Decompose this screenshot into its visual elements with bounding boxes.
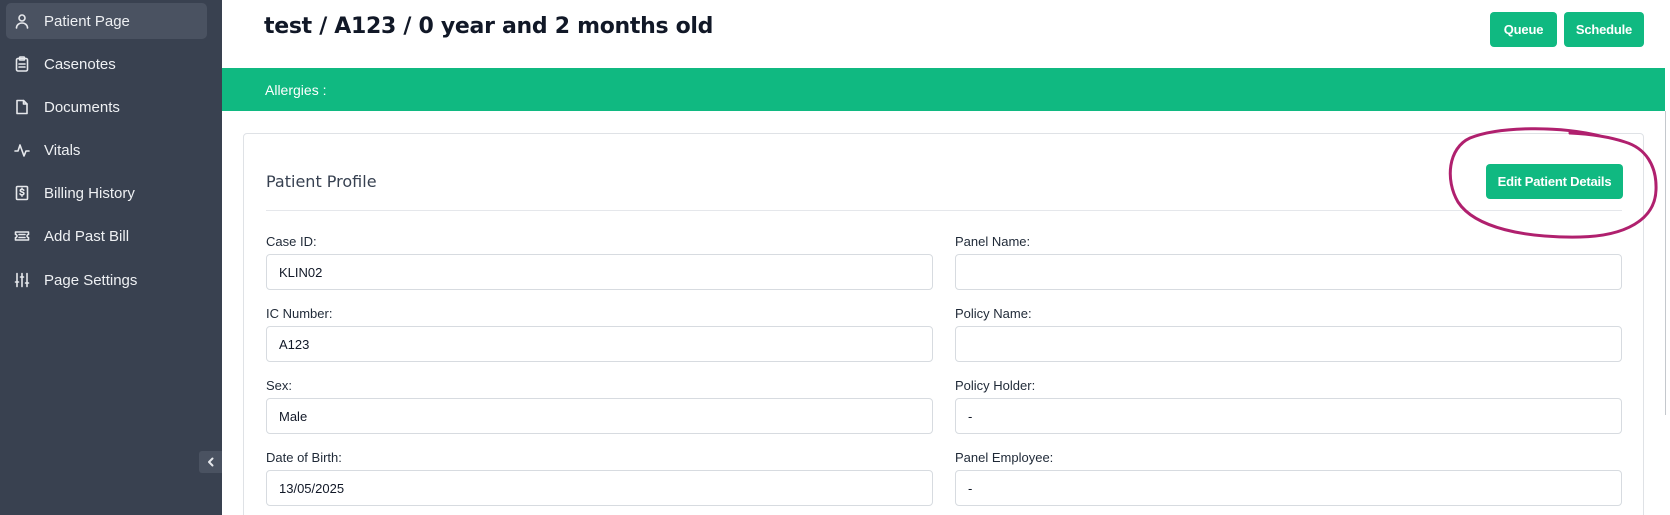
patient-profile-card xyxy=(243,133,1644,515)
sex-label: Sex: xyxy=(266,378,293,393)
ic-number-field[interactable]: A123 xyxy=(266,326,933,362)
sidebar-item-patient-page[interactable]: Patient Page xyxy=(6,3,207,39)
sidebar-item-label: Page Settings xyxy=(44,271,138,289)
edit-patient-details-button[interactable]: Edit Patient Details xyxy=(1486,164,1623,199)
chevron-left-icon xyxy=(205,456,217,468)
ticket-icon xyxy=(14,228,30,244)
policy-holder-label: Policy Holder: xyxy=(955,378,1036,393)
panel-name-label: Panel Name: xyxy=(955,234,1031,249)
policy-holder-field[interactable]: - xyxy=(955,398,1622,434)
page-title: test / A123 / 0 year and 2 months old xyxy=(264,14,714,39)
ic-number-value: A123 xyxy=(279,336,310,352)
panel-employee-value: - xyxy=(968,480,973,496)
policy-holder-value: - xyxy=(968,408,973,424)
case-id-field[interactable]: KLIN02 xyxy=(266,254,933,290)
sidebar-item-documents[interactable]: Documents xyxy=(6,89,207,125)
sex-field[interactable]: Male xyxy=(266,398,933,434)
sidebar-item-label: Patient Page xyxy=(44,12,130,30)
receipt-dollar-icon xyxy=(14,185,30,201)
schedule-button[interactable]: Schedule xyxy=(1564,12,1644,47)
sliders-icon xyxy=(14,272,30,288)
card-divider xyxy=(266,210,1622,211)
panel-employee-label: Panel Employee: xyxy=(955,450,1054,465)
document-icon xyxy=(14,99,30,115)
sidebar-item-billing-history[interactable]: Billing History xyxy=(6,175,207,211)
allergies-bar: Allergies : xyxy=(222,68,1665,111)
sidebar-collapse-button[interactable] xyxy=(199,451,222,473)
activity-icon xyxy=(14,142,30,158)
allergies-label: Allergies : xyxy=(265,81,327,98)
user-icon xyxy=(14,13,30,29)
panel-name-field[interactable] xyxy=(955,254,1622,290)
policy-name-field[interactable] xyxy=(955,326,1622,362)
sidebar-item-page-settings[interactable]: Page Settings xyxy=(6,262,207,298)
date-of-birth-field[interactable]: 13/05/2025 xyxy=(266,470,933,506)
sex-value: Male xyxy=(279,408,308,424)
scrollbar-edge xyxy=(1665,111,1666,415)
panel-employee-field[interactable]: - xyxy=(955,470,1622,506)
sidebar-item-label: Vitals xyxy=(44,141,81,159)
case-id-value: KLIN02 xyxy=(279,264,323,280)
patient-profile-title: Patient Profile xyxy=(266,172,377,191)
sidebar: Patient Page Casenotes Documents Vitals … xyxy=(0,0,222,515)
clipboard-icon xyxy=(14,56,30,72)
sidebar-item-casenotes[interactable]: Casenotes xyxy=(6,46,207,82)
sidebar-item-label: Documents xyxy=(44,98,120,116)
date-of-birth-label: Date of Birth: xyxy=(266,450,342,465)
date-of-birth-value: 13/05/2025 xyxy=(279,480,345,496)
sidebar-item-label: Casenotes xyxy=(44,55,116,73)
queue-button[interactable]: Queue xyxy=(1490,12,1557,47)
sidebar-item-add-past-bill[interactable]: Add Past Bill xyxy=(6,218,207,254)
ic-number-label: IC Number: xyxy=(266,306,333,321)
sidebar-item-label: Billing History xyxy=(44,184,135,202)
policy-name-label: Policy Name: xyxy=(955,306,1032,321)
app-window: Patient Page Casenotes Documents Vitals … xyxy=(0,0,1670,515)
case-id-label: Case ID: xyxy=(266,234,317,249)
sidebar-item-label: Add Past Bill xyxy=(44,227,130,245)
sidebar-item-vitals[interactable]: Vitals xyxy=(6,132,207,168)
